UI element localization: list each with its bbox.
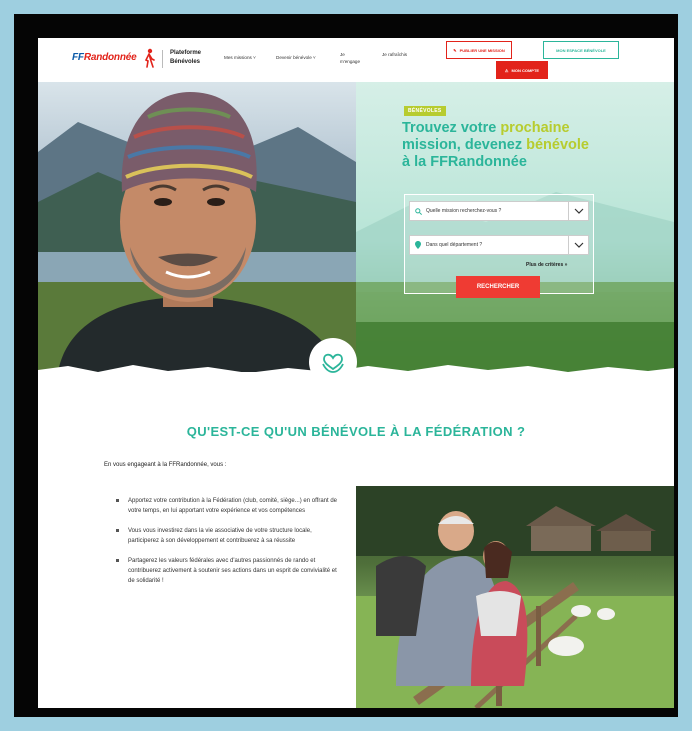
nav-je-m-engage[interactable]: Je m'engage (340, 51, 366, 65)
list-item-text: Partagerez les valeurs fédérales avec d'… (128, 558, 337, 584)
senior-hikers-image (356, 486, 674, 708)
nav-je-rafraichis[interactable]: Je rafraîchis (382, 51, 408, 58)
page: FFRandonnée Plateforme Bénévoles Mes mis… (38, 38, 674, 708)
hero-title-1: Trouvez votre (402, 120, 501, 136)
heart-hands-icon (322, 353, 344, 373)
hero-title-1-highlight: prochaine (500, 120, 570, 136)
my-account-button[interactable]: ⚠ Mon compte (496, 61, 548, 79)
hiker-portrait-image (38, 92, 356, 372)
list-item: Apportez votre contribution à la Fédérat… (116, 496, 340, 516)
site-header: FFRandonnée Plateforme Bénévoles Mes mis… (38, 38, 674, 82)
edit-icon: ✎ (453, 47, 457, 53)
more-criteria-link[interactable]: Plus de critères » (526, 262, 567, 268)
chevron-down-icon[interactable] (568, 236, 588, 254)
search-icon (410, 207, 426, 215)
section-intro: En vous engageant à la FFRandonnée, vous… (104, 462, 227, 468)
benefits-list: Apportez votre contribution à la Fédérat… (116, 496, 340, 596)
publish-mission-label: Publier une mission (459, 47, 505, 53)
platform-name: Plateforme Bénévoles (170, 50, 202, 65)
nav-mes-missions[interactable]: Mes missions ˅ (224, 54, 256, 61)
volunteer-space-button[interactable]: Mon espace bénévole (543, 41, 619, 59)
list-item: Partagerez les valeurs fédérales avec d'… (116, 556, 340, 586)
header-separator (162, 50, 163, 68)
heart-hands-badge (309, 338, 357, 386)
hero-photo-hiker (38, 82, 356, 372)
mission-search-placeholder: Quelle mission recherchez-vous ? (426, 208, 502, 214)
bullet-icon (116, 529, 119, 532)
hiker-logo-icon (144, 48, 155, 68)
publish-mission-button[interactable]: ✎ Publier une mission (446, 41, 512, 59)
logo-text: Randonnée (83, 52, 137, 63)
hero-title: Trouvez votre prochaine mission, devenez… (402, 120, 632, 171)
bullet-icon (116, 559, 119, 562)
volunteers-badge: BÉNÉVOLES (404, 106, 446, 116)
hikers-photo (356, 486, 674, 708)
ffrandonnee-logo[interactable]: FFRandonnée (72, 52, 137, 63)
my-account-label: Mon compte (511, 67, 540, 73)
nav-devenir-benevole[interactable]: Devenir bénévole ˅ (276, 54, 316, 61)
hero-title-3: à la FFRandonnée (402, 154, 527, 170)
list-item-text: Vous vous investirez dans la vie associa… (128, 528, 312, 544)
screenshot-frame-bottom (38, 708, 674, 717)
department-select[interactable]: Dans quel département ? (409, 235, 589, 255)
department-placeholder: Dans quel département ? (426, 242, 483, 248)
search-button[interactable]: RECHERCHER (456, 276, 540, 298)
section-title: QU'EST-CE QU'UN BÉNÉVOLE À LA FÉDÉRATION… (186, 424, 526, 439)
user-icon: ⚠ (504, 67, 509, 73)
location-pin-icon (410, 241, 426, 249)
hero-title-2-highlight: bénévole (526, 137, 589, 153)
bullet-icon (116, 499, 119, 502)
hero-title-2: mission, devenez (402, 137, 527, 153)
logo-prefix: FF (72, 52, 84, 63)
volunteer-space-label: Mon espace bénévole (556, 47, 606, 53)
chevron-down-icon[interactable] (568, 202, 588, 220)
mission-search-input[interactable]: Quelle mission recherchez-vous ? (409, 201, 589, 221)
list-item-text: Apportez votre contribution à la Fédérat… (128, 498, 338, 514)
list-item: Vous vous investirez dans la vie associa… (116, 526, 340, 546)
